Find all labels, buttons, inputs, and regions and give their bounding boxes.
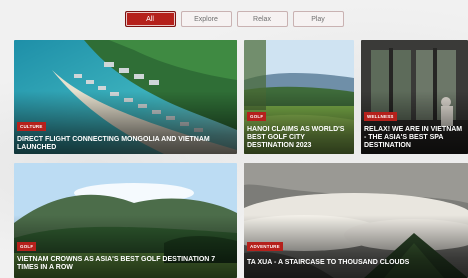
article-title: TA XUA - A STAIRCASE TO THOUSAND CLOUDS [247, 259, 410, 266]
tab-play[interactable]: Play [292, 11, 344, 27]
article-card-hanoi-golf[interactable]: GOLF HANOI CLAIMS AS WORLD'S BEST GOLF C… [244, 40, 354, 154]
tab-relax[interactable]: Relax [236, 11, 288, 27]
filter-tabs: All Explore Relax Play [0, 11, 468, 27]
article-card-ta-xua[interactable]: ADVENTURE TA XUA - A STAIRCASE TO THOUSA… [244, 163, 468, 278]
article-title: RELAX! WE ARE IN VIETNAM - THE ASIA'S BE… [364, 126, 463, 149]
category-badge: WELLNESS [364, 112, 397, 121]
article-card-asia-golf[interactable]: GOLF VIETNAM CROWNS AS ASIA'S BEST GOLF … [14, 163, 237, 278]
category-badge: CULTURE [17, 122, 46, 131]
category-badge: GOLF [17, 242, 37, 251]
tab-all[interactable]: All [124, 11, 176, 27]
category-badge: GOLF [247, 112, 267, 121]
article-card-mongolia-flight[interactable]: CULTURE DIRECT FLIGHT CONNECTING MONGOLI… [14, 40, 237, 154]
article-title: DIRECT FLIGHT CONNECTING MONGOLIA AND VI… [17, 136, 210, 151]
article-title: VIETNAM CROWNS AS ASIA'S BEST GOLF DESTI… [17, 256, 216, 271]
category-badge: ADVENTURE [247, 242, 283, 251]
article-card-spa[interactable]: WELLNESS RELAX! WE ARE IN VIETNAM - THE … [361, 40, 468, 154]
article-title: HANOI CLAIMS AS WORLD'S BEST GOLF CITY D… [247, 126, 345, 149]
tab-explore[interactable]: Explore [180, 11, 232, 27]
